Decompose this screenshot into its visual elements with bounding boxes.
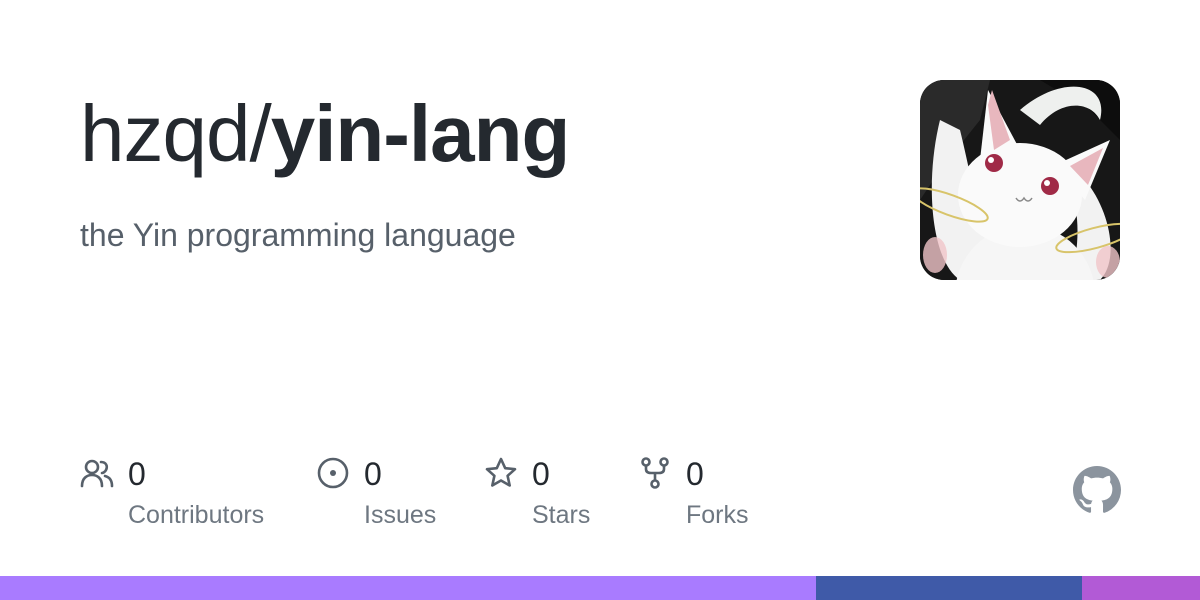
repo-name[interactable]: yin-lang	[271, 89, 571, 178]
issue-circle-icon	[317, 457, 349, 489]
stat-label: Stars	[532, 501, 591, 529]
repo-owner[interactable]: hzqd/	[80, 89, 272, 178]
people-icon	[80, 459, 114, 488]
stat-value: 0	[364, 456, 382, 492]
repo-description: the Yin programming language	[80, 217, 516, 253]
repo-title[interactable]: hzqd/yin-lang	[80, 84, 571, 184]
star-icon	[485, 457, 517, 487]
stat-label: Contributors	[128, 501, 265, 529]
fork-icon	[641, 457, 669, 489]
stat-label: Forks	[686, 501, 749, 529]
language-bar	[0, 576, 1200, 600]
language-bar-segment	[0, 576, 816, 600]
repo-social-card: hzqd/yin-lang the Yin programming langua…	[0, 0, 1200, 600]
stat-label: Issues	[364, 501, 437, 529]
owner-avatar[interactable]	[920, 80, 1120, 280]
white-creature-avatar	[920, 80, 1120, 280]
stat-value: 0	[686, 456, 704, 492]
language-bar-segment	[816, 576, 1083, 600]
stat-value: 0	[128, 456, 146, 492]
stat-value: 0	[532, 456, 550, 492]
github-logo-icon[interactable]	[1073, 466, 1121, 514]
language-bar-segment	[1082, 576, 1200, 600]
